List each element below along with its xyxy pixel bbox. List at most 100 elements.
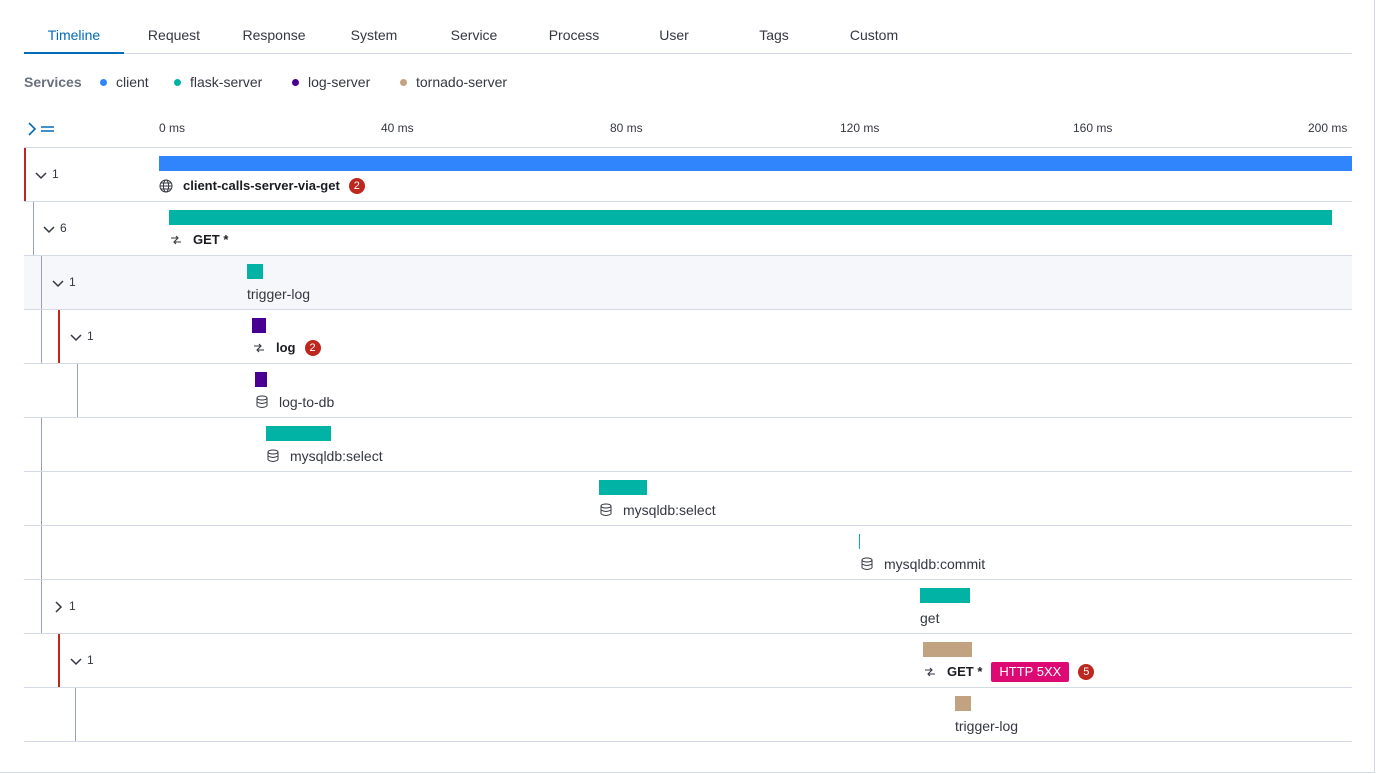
tree-line	[33, 202, 34, 255]
axis-tick: 0 ms	[159, 121, 186, 135]
axis-tick: 120 ms	[840, 121, 880, 135]
http-status-badge: HTTP 5XX	[991, 662, 1070, 682]
legend-item-log-server: log-server	[292, 72, 370, 92]
span-name: trigger-log	[955, 718, 1019, 734]
child-count: 1	[87, 329, 94, 343]
span-name: mysqldb:commit	[884, 556, 986, 572]
error-count-badge[interactable]: 2	[348, 178, 365, 194]
span-bar[interactable]	[920, 588, 970, 603]
legend-dot-icon	[100, 79, 107, 86]
span-name: mysqldb:select	[290, 448, 383, 464]
span-row[interactable]: mysqldb:select	[24, 471, 1352, 525]
span-row[interactable]: 1 trigger-log	[24, 255, 1352, 309]
tab-bar: Timeline Request Response System Service…	[24, 17, 1352, 54]
span-label[interactable]: GET *	[169, 231, 228, 249]
tab-response[interactable]: Response	[224, 17, 324, 53]
legend-item-client: client	[100, 72, 149, 92]
span-label[interactable]: mysqldb:commit	[860, 555, 985, 573]
span-row[interactable]: mysqldb:select	[24, 417, 1352, 471]
tab-request[interactable]: Request	[124, 17, 224, 53]
span-name: GET *	[193, 232, 229, 247]
chevron-down-icon	[35, 172, 47, 179]
tab-timeline[interactable]: Timeline	[24, 17, 124, 54]
span-bar[interactable]	[266, 426, 331, 441]
tab-tags[interactable]: Tags	[724, 17, 824, 53]
error-count-badge[interactable]: 5	[1078, 664, 1095, 680]
span-row[interactable]: 1 GET * HTTP 5XX 5	[24, 633, 1352, 687]
legend-dot-icon	[292, 79, 299, 86]
child-count: 1	[69, 275, 76, 289]
span-label[interactable]: client-calls-server-via-get 2	[159, 177, 365, 195]
span-bar[interactable]	[255, 372, 267, 387]
span-bar[interactable]	[923, 642, 972, 657]
chevron-down-icon	[70, 658, 82, 665]
span-toggle[interactable]: 1	[69, 310, 94, 363]
transaction-icon	[171, 235, 181, 245]
legend-item-tornado-server: tornado-server	[400, 72, 507, 92]
tree-line	[75, 688, 76, 741]
span-name: GET *	[947, 664, 983, 679]
error-count-badge[interactable]: 2	[304, 340, 321, 356]
span-row[interactable]: 1 log 2	[24, 309, 1352, 363]
span-row[interactable]: 1 client-calls-server-via-get 2	[24, 147, 1352, 201]
chevron-down-icon	[43, 226, 55, 233]
span-row[interactable]: trigger-log	[24, 687, 1352, 742]
span-label[interactable]: log-to-db	[255, 393, 334, 411]
database-icon	[861, 557, 873, 570]
globe-icon	[159, 179, 173, 193]
span-bar[interactable]	[169, 210, 1332, 225]
span-label[interactable]: trigger-log	[955, 717, 1018, 735]
tab-user[interactable]: User	[624, 17, 724, 53]
span-name: trigger-log	[247, 286, 311, 302]
span-row[interactable]: mysqldb:commit	[24, 525, 1352, 579]
span-name: mysqldb:select	[623, 502, 716, 518]
span-row[interactable]: log-to-db	[24, 363, 1352, 417]
error-indicator-line	[58, 634, 60, 687]
axis-tick: 40 ms	[381, 121, 414, 135]
tab-service[interactable]: Service	[424, 17, 524, 53]
span-name: client-calls-server-via-get	[183, 178, 340, 193]
span-bar[interactable]	[247, 264, 263, 279]
database-icon	[267, 449, 279, 462]
tree-line	[41, 580, 42, 633]
transaction-icon	[254, 343, 264, 353]
span-toggle[interactable]: 6	[42, 202, 67, 255]
tree-line	[41, 310, 42, 363]
tab-process[interactable]: Process	[524, 17, 624, 53]
span-bar[interactable]	[859, 534, 860, 549]
span-bar[interactable]	[159, 156, 1352, 171]
span-label[interactable]: mysqldb:select	[266, 447, 383, 465]
span-name: log	[276, 340, 296, 355]
axis-tick: 160 ms	[1073, 121, 1113, 135]
span-bar[interactable]	[599, 480, 647, 495]
chevron-down-icon	[70, 334, 82, 341]
child-count: 1	[69, 599, 76, 613]
tree-line	[41, 526, 42, 579]
span-bar[interactable]	[955, 696, 971, 711]
chevron-right-icon	[28, 122, 54, 136]
span-label[interactable]: trigger-log	[247, 285, 310, 303]
span-row[interactable]: 6 GET *	[24, 201, 1352, 255]
span-toggle[interactable]: 1	[51, 256, 76, 309]
span-label[interactable]: mysqldb:select	[599, 501, 716, 519]
tab-system[interactable]: System	[324, 17, 424, 53]
span-row[interactable]: 1 get	[24, 579, 1352, 633]
span-bar[interactable]	[252, 318, 266, 333]
child-count: 1	[87, 653, 94, 667]
expand-collapse-all-button[interactable]	[26, 120, 58, 138]
tree-line	[41, 256, 42, 309]
tree-line	[77, 364, 78, 417]
span-name: log-to-db	[279, 394, 335, 410]
span-label[interactable]: get	[920, 609, 939, 627]
span-toggle[interactable]: 1	[69, 634, 94, 687]
span-toggle[interactable]: 1	[34, 148, 59, 201]
span-toggle[interactable]: 1	[51, 580, 76, 633]
database-icon	[256, 395, 268, 408]
axis-tick: 80 ms	[610, 121, 643, 135]
span-name: get	[920, 610, 940, 626]
span-label[interactable]: GET * HTTP 5XX 5	[923, 662, 1095, 682]
span-label[interactable]: log 2	[252, 339, 321, 357]
tab-custom[interactable]: Custom	[824, 17, 924, 53]
child-count: 6	[60, 221, 67, 235]
chevron-down-icon	[52, 280, 64, 287]
